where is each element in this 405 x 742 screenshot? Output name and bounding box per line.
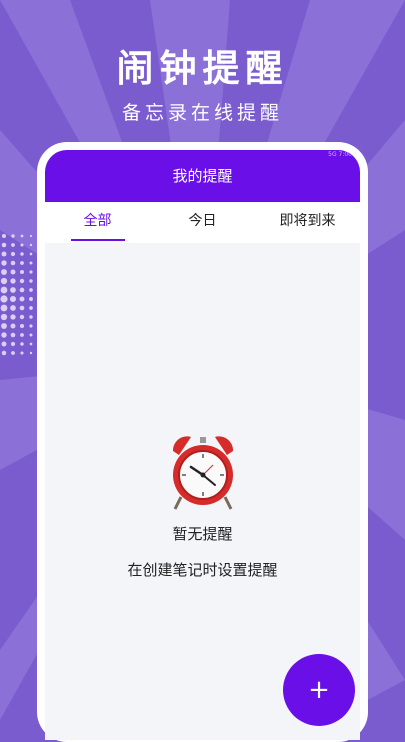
halftone-dot (29, 324, 33, 328)
halftone-dot (19, 278, 25, 284)
halftone-dot (19, 323, 25, 329)
halftone-dot (10, 314, 16, 320)
halftone-dot (19, 305, 25, 311)
promo-subline: 备忘录在线提醒 (121, 102, 283, 124)
halftone-dot (9, 295, 17, 303)
halftone-dot (29, 351, 33, 355)
tab-bar: 全部 今日 即将到来 (45, 202, 360, 243)
halftone-dot (1, 332, 7, 338)
halftone-dot (10, 305, 16, 311)
halftone-dot (19, 287, 25, 293)
halftone-dot (29, 333, 33, 337)
halftone-dot (20, 261, 24, 265)
halftone-dot (10, 323, 16, 329)
halftone-dot (1, 269, 7, 275)
halftone-dot (29, 243, 33, 247)
tab-upcoming[interactable]: 即将到来 (255, 202, 360, 243)
status-bar-text: 5G 7:00 (328, 151, 352, 158)
halftone-dot (19, 314, 25, 320)
halftone-dot (11, 351, 15, 355)
halftone-dot (29, 270, 33, 274)
halftone-dot (1, 233, 7, 239)
halftone-dot (20, 243, 24, 247)
halftone-dot (19, 296, 25, 302)
tab-today[interactable]: 今日 (150, 202, 255, 243)
halftone-dot (0, 313, 8, 321)
halftone-dot (10, 269, 16, 275)
halftone-dot (10, 332, 16, 338)
halftone-dot (1, 260, 7, 266)
halftone-dot (29, 261, 33, 265)
halftone-dot (20, 333, 24, 337)
halftone-dot (1, 350, 7, 356)
app-screen: 5G 7:00 我的提醒 全部 今日 即将到来 暂无提醒 在创建笔记时设置提醒 (45, 150, 360, 740)
empty-state-title: 暂无提醒 (172, 525, 233, 543)
tab-label: 全部 (83, 213, 112, 229)
halftone-dot (29, 306, 33, 310)
alarm-clock-icon (172, 436, 234, 510)
halftone-dot (1, 242, 7, 248)
halftone-dot (29, 297, 33, 301)
halftone-dot (20, 234, 24, 238)
halftone-dot (0, 295, 8, 303)
halftone-dot (11, 234, 15, 238)
phone-frame: 5G 7:00 我的提醒 全部 今日 即将到来 暂无提醒 在创建笔记时设置提醒 (37, 142, 368, 742)
halftone-dot (29, 342, 33, 346)
halftone-dot (29, 288, 33, 292)
halftone-dot (19, 269, 25, 275)
halftone-dot (29, 234, 33, 238)
halftone-dot (1, 323, 7, 329)
halftone-dot (11, 243, 15, 247)
halftone-dot (10, 251, 16, 257)
halftone-dot (0, 304, 8, 312)
halftone-dot (10, 278, 16, 284)
halftone-dot (10, 287, 16, 293)
page-title: 我的提醒 (172, 167, 233, 185)
add-reminder-button[interactable]: + (283, 654, 355, 726)
halftone-dot (1, 251, 7, 257)
tab-label: 今日 (188, 213, 217, 229)
app-bar: 5G 7:00 我的提醒 (45, 150, 360, 202)
halftone-dot (1, 341, 7, 347)
halftone-dot (29, 315, 33, 319)
promo-headline: 闹钟提醒 (116, 47, 289, 90)
halftone-dot (20, 351, 24, 355)
halftone-dot (29, 252, 33, 256)
halftone-dot (20, 252, 24, 256)
halftone-dot (0, 277, 8, 285)
halftone-dot (20, 342, 24, 346)
halftone-dot (0, 286, 8, 294)
tab-all[interactable]: 全部 (45, 202, 150, 243)
halftone-dot (29, 279, 33, 283)
active-tab-indicator (70, 239, 125, 241)
empty-state-hint: 在创建笔记时设置提醒 (127, 561, 278, 579)
tab-label: 即将到来 (279, 213, 336, 229)
halftone-dot (10, 260, 16, 266)
halftone-dot (10, 341, 16, 347)
plus-icon: + (308, 675, 330, 705)
